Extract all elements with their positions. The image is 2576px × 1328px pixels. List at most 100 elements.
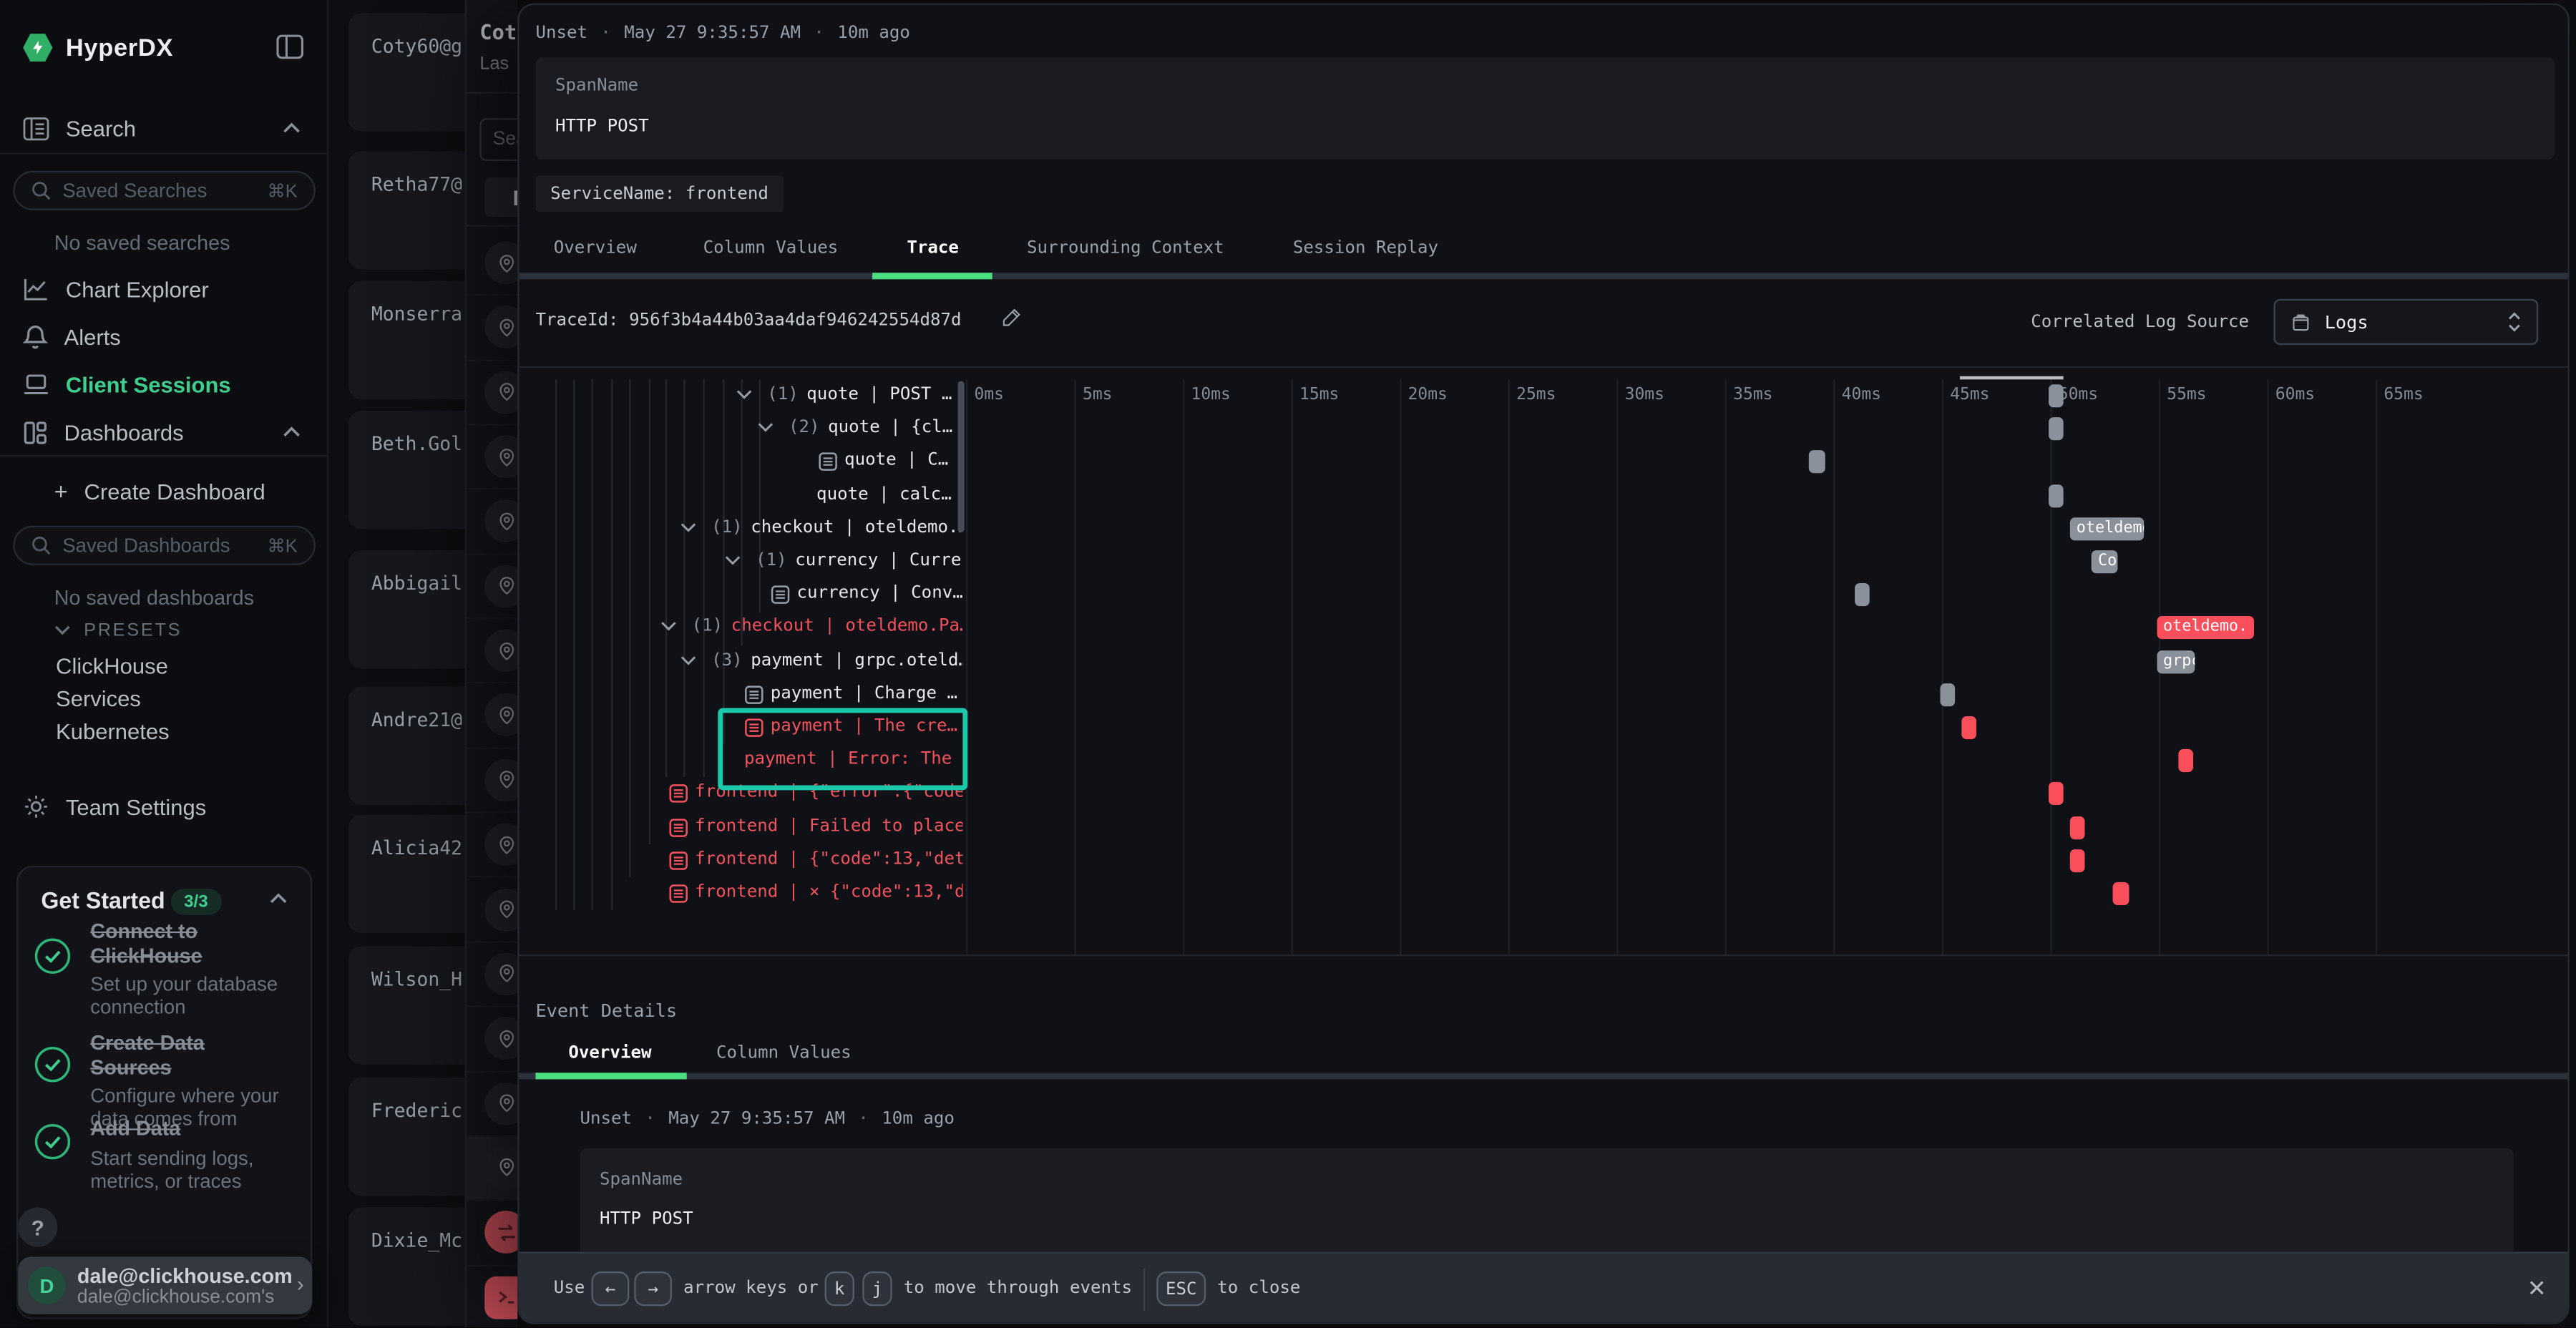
user-account-chip[interactable]: D dale@clickhouse.com dale@clickhouse.co… [18,1256,312,1314]
session-event-row[interactable] [467,684,517,748]
session-list-item[interactable]: Beth.Gol [348,411,465,529]
session-event-row[interactable] [467,232,517,296]
session-event-row[interactable] [467,1137,517,1201]
session-list-item[interactable]: Dixie_Mc [348,1207,465,1325]
trace-span-row[interactable]: (1)quote | POST … [519,379,963,412]
span-duration-bar[interactable] [2070,816,2085,839]
location-pin-icon[interactable] [484,630,517,673]
span-duration-bar[interactable] [2070,849,2085,872]
log-source-select[interactable]: Logs [2274,299,2539,345]
arrow-key-right[interactable]: → [634,1271,672,1306]
trace-span-row[interactable]: (3)payment | grpc.oteld… [519,645,963,678]
sidebar-item-preset-clickhouse[interactable]: ClickHouse [56,654,168,678]
trace-span-row[interactable]: payment | Charge … [519,678,963,711]
trace-span-row[interactable]: currency | Conv… [519,579,963,612]
esc-key[interactable]: ESC [1156,1271,1206,1306]
key-k[interactable]: k [825,1271,854,1306]
tree-scrollbar[interactable] [958,381,965,532]
session-event-row[interactable] [467,1072,517,1136]
session-event-row[interactable] [467,814,517,878]
presets-label[interactable]: PRESETS [84,621,182,641]
trace-span-row[interactable]: (1)checkout | oteldemo.… [519,512,963,545]
session-event-row[interactable] [467,296,517,361]
sidebar-item-dashboards[interactable]: Dashboards [23,416,306,449]
session-event-row[interactable] [467,426,517,490]
span-duration-bar[interactable]: oteldemo. [2157,617,2254,640]
session-list-item[interactable]: Retha77@ [348,151,465,269]
saved-searches-input[interactable]: Saved Searches ⌘K [13,171,315,210]
get-started-item[interactable]: Add DataStart sending logs, metrics, or … [90,1117,291,1191]
span-duration-bar[interactable] [2048,783,2063,806]
hyperdx-logo-icon[interactable] [23,33,52,62]
location-pin-icon[interactable] [484,436,517,479]
help-button[interactable]: ? [18,1207,57,1246]
trace-span-row[interactable]: (1)currency | Currenc… [519,545,963,578]
sidebar-item-client-sessions[interactable]: Client Sessions [23,368,306,401]
tab-session-replay[interactable]: Session Replay [1293,238,1438,258]
chevron-down-icon[interactable] [680,520,697,533]
trace-span-row[interactable]: (2)quote | {cl… [519,413,963,446]
get-started-item[interactable]: Connect to ClickHouseSet up your databas… [90,920,291,1019]
tab-trace[interactable]: Trace [907,238,959,258]
session-list-item[interactable]: Wilson_H [348,946,465,1064]
chevron-up-icon[interactable] [270,892,288,905]
session-event-row[interactable] [467,1201,517,1266]
session-event-row[interactable] [467,1007,517,1072]
location-pin-icon[interactable] [484,241,517,284]
location-pin-icon[interactable] [484,565,517,607]
location-pin-icon[interactable] [484,371,517,414]
get-started-item[interactable]: Create Data SourcesConfigure where your … [90,1032,291,1131]
arrow-key-left[interactable]: ← [592,1271,630,1306]
location-pin-icon[interactable] [484,1082,517,1125]
span-duration-bar[interactable]: grpc [2157,650,2196,673]
chevron-down-icon[interactable] [757,421,774,434]
location-pin-icon[interactable] [484,888,517,931]
location-pin-icon[interactable] [484,306,517,349]
span-duration-bar[interactable] [2113,882,2128,905]
span-duration-bar[interactable] [1961,716,1976,739]
span-duration-bar[interactable]: Conv [2092,550,2117,573]
session-event-row[interactable] [467,748,517,813]
key-j[interactable]: j [862,1271,892,1306]
location-pin-icon[interactable] [484,824,517,866]
tab-overview[interactable]: Overview [554,238,637,258]
trace-span-row[interactable]: frontend | × {"code":13,"d… [519,877,963,910]
trace-span-row[interactable]: frontend | Failed to place… [519,811,963,844]
service-name-tag[interactable]: ServiceName: frontend [535,176,783,213]
session-event-row[interactable] [467,878,517,942]
event-details-tab-overview[interactable]: Overview [568,1043,651,1063]
trace-span-row[interactable]: frontend | {"code":13,"det… [519,844,963,877]
chevron-down-icon[interactable] [660,620,677,633]
session-event-row[interactable] [467,942,517,1007]
span-duration-bar[interactable] [2048,384,2063,407]
session-list-item[interactable]: Alicia42 [348,815,465,933]
location-pin-icon[interactable] [484,1146,517,1189]
session-list-item[interactable]: Frederic [348,1078,465,1196]
chevron-down-icon[interactable] [724,554,741,567]
location-pin-icon[interactable] [484,1017,517,1060]
session-filter-button[interactable] [484,177,517,217]
chevron-down-icon[interactable] [736,388,753,401]
sidebar-item-preset-kubernetes[interactable]: Kubernetes [56,720,170,744]
span-duration-bar[interactable] [1810,451,1825,474]
session-event-row[interactable] [467,361,517,425]
session-search-input[interactable]: Sea [479,118,517,161]
span-duration-bar[interactable] [1940,683,1955,706]
session-event-row[interactable] [467,620,517,684]
span-duration-bar[interactable] [1855,583,1870,606]
sidebar-item-search[interactable]: Search [23,112,306,145]
location-pin-icon[interactable] [484,500,517,543]
span-duration-bar[interactable] [2178,749,2193,772]
sidebar-item-team-settings[interactable]: Team Settings [23,790,306,823]
session-list-item[interactable]: Monserra [348,281,465,399]
edit-pencil-icon[interactable] [1000,306,1023,328]
location-pin-icon[interactable] [484,694,517,737]
trace-span-row[interactable]: quote | calc… [519,479,963,512]
sidebar-item-alerts[interactable]: Alerts [23,321,306,353]
tab-column-values[interactable]: Column Values [703,238,839,258]
swap-arrows-icon[interactable] [484,1211,517,1254]
trace-span-row[interactable]: (1)checkout | oteldemo.Pa… [519,612,963,645]
session-event-row[interactable] [467,555,517,619]
saved-dashboards-input[interactable]: Saved Dashboards ⌘K [13,526,315,565]
location-pin-icon[interactable] [484,952,517,995]
